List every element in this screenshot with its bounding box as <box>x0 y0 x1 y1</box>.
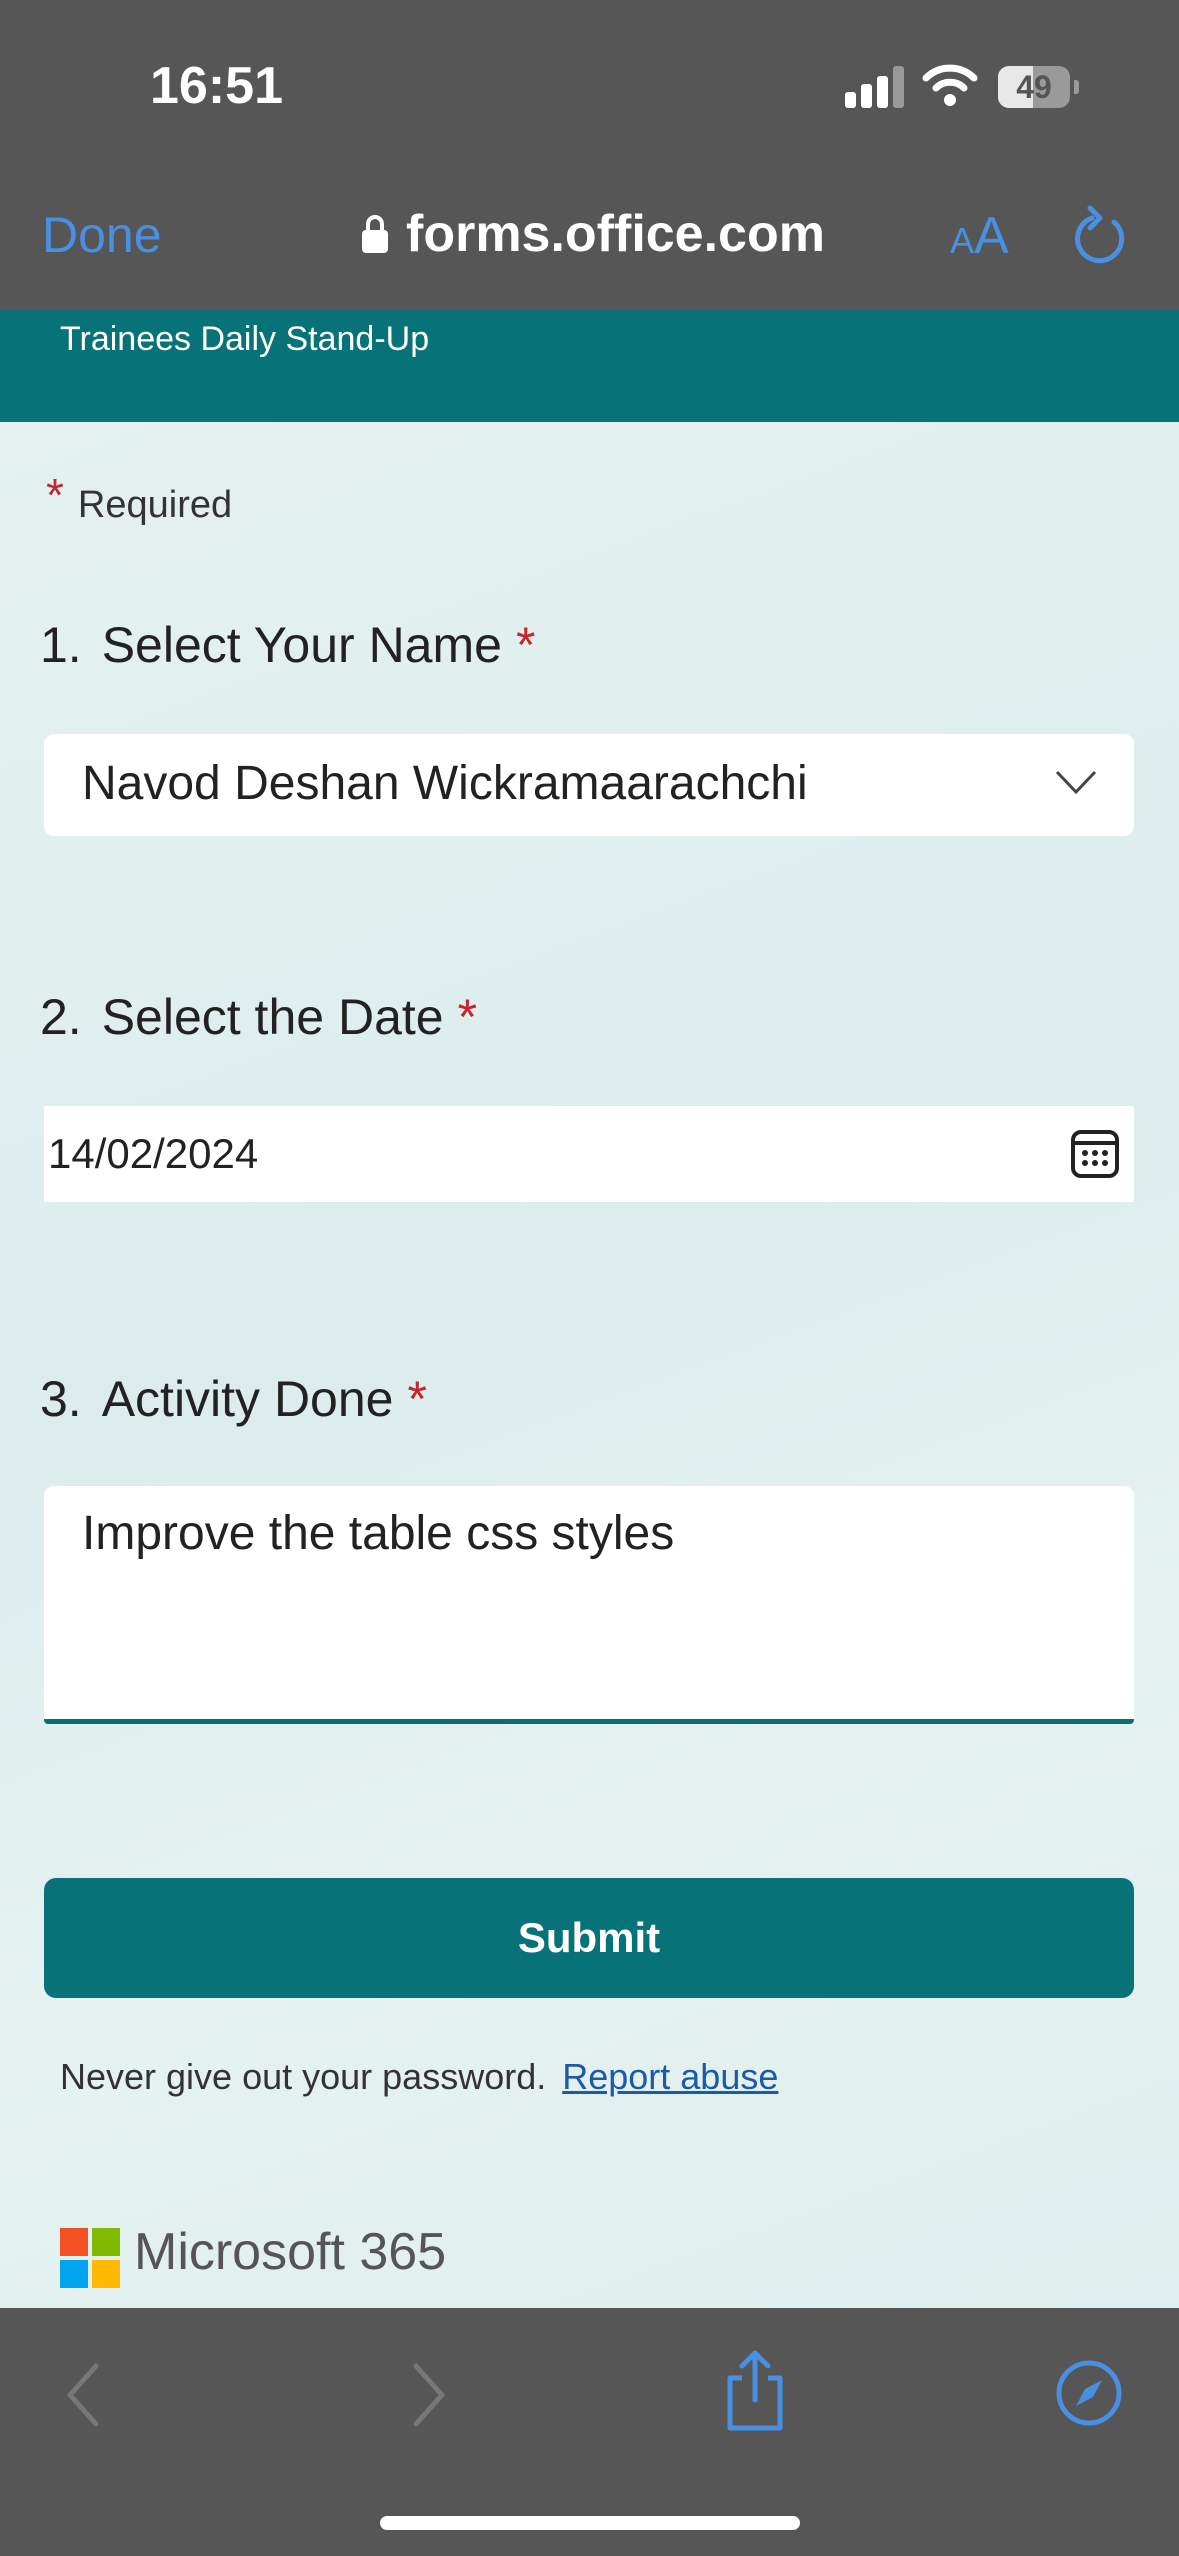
date-value: 14/02/2024 <box>48 1130 259 1177</box>
activity-text: Improve the table css styles <box>82 1507 675 1560</box>
status-time: 16:51 <box>150 57 283 115</box>
form-body: * Required 1. Select Your Name * Navod Desh… <box>0 422 1179 2308</box>
name-select-value: Navod Deshan Wickramaarachchi <box>82 757 808 810</box>
microsoft-logo-icon <box>60 2228 120 2288</box>
form-header-banner: Trainees Daily Stand-Up <box>0 310 1179 422</box>
activity-textarea[interactable]: Improve the table css styles <box>44 1486 1134 1724</box>
question-2-title: 2. Select the Date * <box>40 988 477 1046</box>
compass-icon[interactable] <box>1054 2358 1124 2428</box>
forward-icon[interactable] <box>408 2360 448 2430</box>
lock-icon <box>362 215 388 253</box>
name-select[interactable]: Navod Deshan Wickramaarachchi <box>44 734 1134 836</box>
question-number: 3. <box>40 1371 82 1427</box>
submit-button[interactable]: Submit <box>44 1878 1134 1998</box>
question-1-title: 1. Select Your Name * <box>40 616 535 674</box>
calendar-icon[interactable] <box>1070 1126 1120 1180</box>
battery-level: 49 <box>1016 69 1052 105</box>
chevron-down-icon <box>1055 770 1097 795</box>
question-3-title: 3. Activity Done * <box>40 1370 427 1428</box>
required-label: Required <box>77 484 233 526</box>
share-icon[interactable] <box>720 2348 790 2432</box>
text-size-button[interactable]: AA <box>950 206 1009 266</box>
password-warning-text: Never give out your password. <box>60 2056 547 2097</box>
status-bar: 16:51 49 <box>0 0 1179 178</box>
required-asterisk: * <box>457 989 478 1045</box>
required-asterisk: * <box>46 469 64 521</box>
required-note: * Required <box>46 469 233 528</box>
report-abuse-link[interactable]: Report abuse <box>562 2056 778 2097</box>
text-size-small-glyph: A <box>950 220 975 261</box>
battery-icon: 49 <box>998 66 1079 108</box>
required-asterisk: * <box>407 1371 427 1427</box>
question-number: 2. <box>40 989 82 1045</box>
cellular-signal-icon <box>845 66 905 108</box>
password-warning: Never give out your password. Report abus… <box>60 2056 778 2098</box>
question-text: Select the Date <box>101 989 444 1045</box>
question-text: Activity Done <box>101 1371 394 1427</box>
wifi-icon <box>922 64 978 106</box>
reload-icon[interactable] <box>1070 204 1130 268</box>
brand-name: Microsoft 365 <box>134 2223 447 2281</box>
date-input[interactable]: 14/02/2024 <box>44 1106 1134 1202</box>
home-indicator <box>380 2516 800 2530</box>
browser-header: Done forms.office.com AA <box>0 178 1179 310</box>
address-bar[interactable]: forms.office.com <box>360 204 825 264</box>
back-icon[interactable] <box>64 2360 104 2430</box>
text-size-big-glyph: A <box>974 207 1009 265</box>
question-number: 1. <box>40 617 82 673</box>
question-text: Select Your Name <box>101 617 502 673</box>
required-asterisk: * <box>515 617 536 673</box>
done-button[interactable]: Done <box>42 206 162 264</box>
form-title: Trainees Daily Stand-Up <box>60 320 430 358</box>
url-text: forms.office.com <box>406 205 825 263</box>
